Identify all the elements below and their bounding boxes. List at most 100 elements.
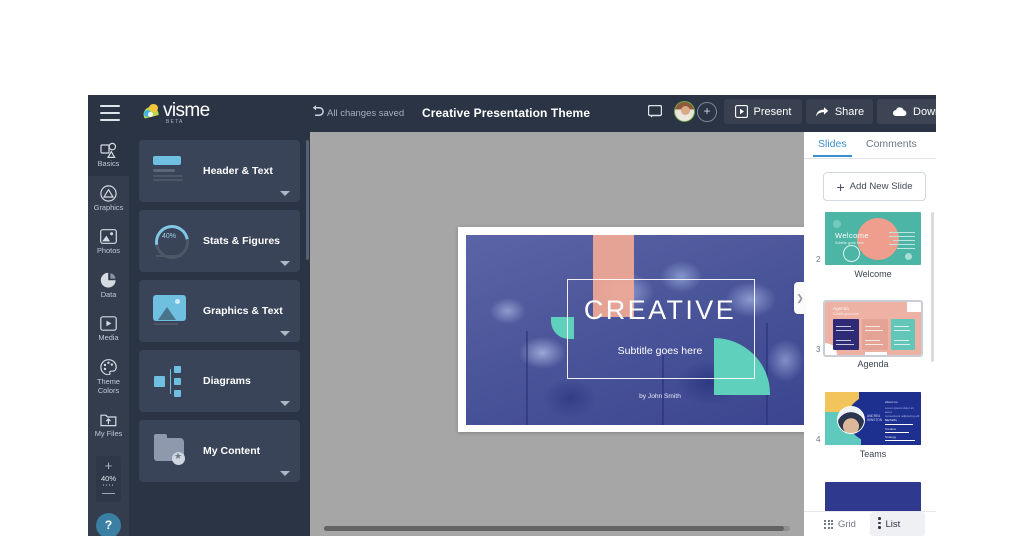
grid-view-button[interactable]: Grid bbox=[824, 512, 856, 536]
sidebar-label-graphics: Graphics bbox=[93, 202, 124, 212]
zoom-value: 40% bbox=[100, 473, 116, 483]
sidebar-item-photos[interactable]: Photos bbox=[88, 219, 129, 263]
sidebar-label-photos: Photos bbox=[96, 246, 120, 256]
slide-byline-text[interactable]: by John Smith bbox=[567, 393, 753, 400]
visme-logo-icon bbox=[142, 104, 160, 119]
top-bar: visme BETA All changes saved Creative Pr… bbox=[88, 95, 936, 132]
add-person-icon[interactable]: + bbox=[697, 102, 717, 122]
slide-number: 3 bbox=[816, 345, 821, 354]
save-status: All changes saved bbox=[327, 108, 405, 119]
content-card-header-text[interactable]: Header & Text bbox=[139, 140, 300, 202]
list-icon bbox=[878, 517, 881, 531]
slide-thumbnail[interactable]: ANDREA WINSTON About me Lorem ipsum dolor… bbox=[825, 392, 921, 445]
chevron-down-icon[interactable] bbox=[280, 471, 290, 476]
slide-label: Agenda bbox=[857, 359, 889, 369]
help-button[interactable]: ? bbox=[96, 513, 121, 536]
left-tool-rail: Basics Graphics Photos Data Media Theme … bbox=[88, 132, 129, 536]
content-card-stats-figures[interactable]: 40% Stats & Figures bbox=[139, 210, 300, 272]
slide-canvas-area[interactable]: CREATIVE Subtitle goes here by John Smit… bbox=[310, 132, 821, 536]
comment-icon[interactable] bbox=[647, 104, 663, 118]
undo-icon[interactable] bbox=[310, 103, 325, 123]
chevron-down-icon[interactable] bbox=[280, 191, 290, 196]
slide-title-text[interactable]: CREATIVE bbox=[567, 295, 753, 326]
tab-comments[interactable]: Comments bbox=[866, 138, 917, 150]
slides-view-toggle: Grid List bbox=[804, 511, 936, 536]
grid-label: Grid bbox=[838, 518, 856, 530]
graphics-text-thumb-icon bbox=[153, 294, 195, 328]
sidebar-label-media: Media bbox=[98, 333, 119, 343]
chevron-down-icon[interactable] bbox=[280, 261, 290, 266]
list-item[interactable]: ANDREA WINSTON About me Lorem ipsum dolor… bbox=[816, 392, 921, 459]
sidebar-label-basics: Basics bbox=[97, 159, 120, 168]
media-icon bbox=[88, 315, 129, 332]
tab-slides[interactable]: Slides bbox=[813, 138, 852, 157]
cloud-download-icon bbox=[892, 106, 907, 117]
content-card-title: Header & Text bbox=[203, 165, 273, 177]
visme-editor-window: visme BETA All changes saved Creative Pr… bbox=[88, 95, 936, 536]
sidebar-item-my-files[interactable]: My Files bbox=[88, 402, 129, 446]
sidebar-item-theme-colors[interactable]: Theme Colors bbox=[88, 350, 129, 402]
stats-ring-thumb-icon: 40% bbox=[148, 218, 196, 266]
slide-content: CREATIVE Subtitle goes here by John Smit… bbox=[466, 235, 813, 425]
add-new-slide-label: Add New Slide bbox=[849, 181, 913, 192]
list-label: List bbox=[885, 518, 901, 530]
my-files-icon bbox=[88, 411, 129, 428]
canvas-horizontal-scrollbar[interactable] bbox=[324, 526, 790, 531]
content-card-title: Diagrams bbox=[203, 375, 251, 387]
content-card-title: My Content bbox=[203, 445, 261, 457]
share-button[interactable]: Share bbox=[806, 99, 873, 124]
slides-panel-scrollbar[interactable] bbox=[931, 212, 934, 362]
photos-icon bbox=[88, 228, 129, 245]
sidebar-item-media[interactable]: Media bbox=[88, 306, 129, 350]
sidebar-item-graphics[interactable]: Graphics bbox=[88, 176, 129, 220]
slide-label: Welcome bbox=[854, 269, 892, 279]
data-pie-icon bbox=[88, 272, 129, 289]
present-button[interactable]: Present bbox=[724, 99, 802, 124]
download-label: Download bbox=[913, 105, 936, 118]
grid-icon bbox=[824, 519, 833, 529]
collapse-panel-toggle[interactable]: ❯ bbox=[794, 282, 806, 314]
document-title[interactable]: Creative Presentation Theme bbox=[422, 106, 590, 120]
slide-thumbnail[interactable]: Welcome Subtitle goes here bbox=[825, 212, 921, 265]
zoom-in-button[interactable]: + bbox=[96, 459, 121, 472]
hamburger-menu-icon[interactable] bbox=[100, 105, 120, 121]
slide-thumbnail[interactable]: Agenda Subtitle goes here bbox=[823, 300, 923, 357]
thumbnail-title: Welcome bbox=[835, 231, 869, 240]
sidebar-item-basics[interactable]: Basics bbox=[88, 132, 129, 176]
brand-name: visme bbox=[163, 100, 210, 121]
slide-label: Teams bbox=[859, 449, 887, 459]
slide-subtitle-text[interactable]: Subtitle goes here bbox=[567, 345, 753, 357]
content-card-graphics-text[interactable]: Graphics & Text bbox=[139, 280, 300, 342]
share-arrow-icon bbox=[815, 106, 829, 118]
basics-icon bbox=[88, 141, 129, 158]
graphics-icon bbox=[88, 184, 129, 202]
chevron-down-icon[interactable] bbox=[280, 401, 290, 406]
stats-ring-value: 40% bbox=[161, 233, 176, 240]
active-slide[interactable]: CREATIVE Subtitle goes here by John Smit… bbox=[458, 227, 821, 432]
sidebar-label-my-files: My Files bbox=[94, 429, 123, 439]
avatar[interactable] bbox=[674, 101, 695, 122]
play-icon bbox=[734, 105, 748, 118]
list-view-button[interactable]: List bbox=[878, 512, 900, 536]
download-button[interactable]: Download bbox=[877, 99, 936, 124]
content-card-diagrams[interactable]: Diagrams bbox=[139, 350, 300, 412]
zoom-control[interactable]: + 40% — bbox=[96, 455, 121, 502]
content-panel-scrollbar[interactable] bbox=[306, 140, 309, 260]
present-label: Present bbox=[753, 105, 792, 118]
content-card-my-content[interactable]: My Content bbox=[139, 420, 300, 482]
diagrams-thumb-icon bbox=[153, 364, 195, 398]
zoom-out-button[interactable]: — bbox=[96, 486, 121, 499]
content-library-panel: Header & Text 40% Stats & Figures Graphi… bbox=[129, 132, 310, 536]
panel-tabs: Slides Comments bbox=[804, 132, 936, 159]
visme-logo: visme bbox=[142, 100, 210, 121]
list-item[interactable]: Welcome Subtitle goes here 2 Welcome bbox=[816, 212, 921, 279]
brand-beta-tag: BETA bbox=[166, 119, 184, 125]
sidebar-label-data: Data bbox=[100, 289, 117, 299]
list-item[interactable]: Agenda Subtitle goes here 3 Agenda bbox=[816, 300, 923, 369]
sidebar-item-data[interactable]: Data bbox=[88, 263, 129, 307]
share-label: Share bbox=[834, 105, 865, 118]
palette-icon bbox=[88, 359, 129, 376]
plus-icon: + bbox=[836, 178, 845, 195]
chevron-down-icon[interactable] bbox=[280, 331, 290, 336]
add-new-slide-button[interactable]: + Add New Slide bbox=[823, 172, 926, 201]
